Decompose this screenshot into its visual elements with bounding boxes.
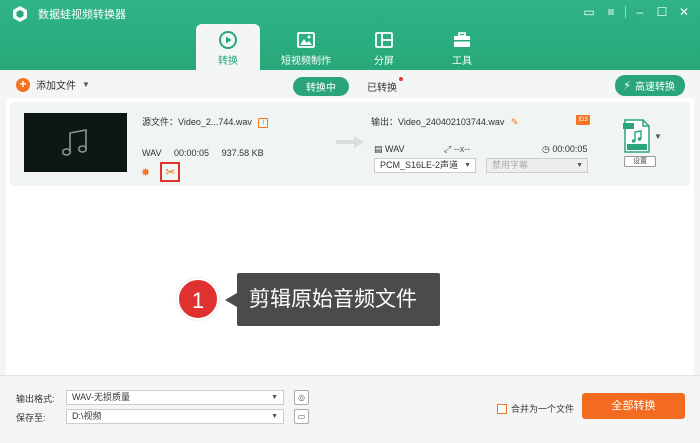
audio-track-value: PCM_S16LE-2声道 xyxy=(380,160,459,170)
cut-icon[interactable]: ✂ xyxy=(160,162,181,182)
format-settings-icon[interactable]: ◎ xyxy=(294,390,309,405)
source-file-label: 源文件：Video_2...744.wav xyxy=(142,117,252,127)
list-item: 源文件：Video_2...744.wav i WAV 00:00:05 937… xyxy=(10,102,690,186)
source-format: WAV xyxy=(142,148,162,158)
minimize-icon[interactable]: – xyxy=(632,4,648,20)
output-duration-text: 00:00:05 xyxy=(552,144,588,154)
toolbox-icon xyxy=(454,32,470,47)
output-format-text: WAV xyxy=(385,144,405,154)
maximize-icon[interactable]: ☐ xyxy=(654,4,670,20)
chevron-down-icon: ▼ xyxy=(576,162,583,169)
edit-pen-icon[interactable]: ✎ xyxy=(511,117,519,127)
output-format: ▤ WAV xyxy=(374,144,405,155)
tab-converting[interactable]: 转换中 xyxy=(293,77,349,96)
callout-number: 1 xyxy=(177,278,219,320)
save-to-label: 保存至: xyxy=(16,413,46,423)
id3-tag-icon[interactable]: ID3 xyxy=(576,115,590,125)
main-tabs: 转换 短视频制作 分屏 工具 xyxy=(196,24,508,70)
save-to-select[interactable]: D:\视频 ▼ xyxy=(66,409,284,424)
fast-convert-button[interactable]: ⚡ 高速转换 xyxy=(615,75,685,96)
music-note-icon xyxy=(61,129,88,156)
add-file-label: 添加文件 xyxy=(36,81,76,92)
plus-icon: + xyxy=(16,77,30,92)
tab-video-maker[interactable]: 短视频制作 xyxy=(274,24,338,70)
app-title: 数据蛙视频转换器 xyxy=(38,9,126,21)
tab-convert-label: 转换 xyxy=(218,56,238,67)
close-icon[interactable]: ✕ xyxy=(676,4,692,20)
tab-toolbox[interactable]: 工具 xyxy=(430,24,494,70)
title-bar: 数据蛙视频转换器 ▭ ≡ – ☐ ✕ 转换 短视频制作 分屏 工具 xyxy=(0,0,700,70)
window-controls: ▭ ≡ – ☐ ✕ xyxy=(581,4,692,20)
enhance-icon[interactable]: ✸ xyxy=(141,166,150,179)
film-icon: ▤ xyxy=(374,144,383,154)
source-meta: WAV 00:00:05 937.58 KB xyxy=(142,148,274,158)
settings-button[interactable]: 设置 xyxy=(624,156,656,167)
fast-convert-label: 高速转换 xyxy=(635,82,675,93)
tab-converted-label: 已转换 xyxy=(367,83,397,94)
output-file-label: 输出：Video_240402103744.wav xyxy=(371,117,505,127)
chevron-down-icon[interactable]: ▼ xyxy=(82,80,90,89)
tab-split-screen[interactable]: 分屏 xyxy=(352,24,416,70)
video-maker-icon xyxy=(297,32,315,48)
add-file-button[interactable]: + 添加文件 ▼ xyxy=(16,77,90,92)
output-format-select[interactable]: WAV-无损质量 ▼ xyxy=(66,390,284,405)
bottom-bar: 输出格式: WAV-无损质量 ▼ ◎ 保存至: D:\视频 ▼ ▭ 合并为一个文… xyxy=(0,375,700,443)
tab-video-maker-label: 短视频制作 xyxy=(281,56,331,67)
split-screen-icon xyxy=(375,32,393,48)
chevron-down-icon: ▼ xyxy=(464,162,471,169)
feedback-icon[interactable]: ▭ xyxy=(581,4,597,20)
edit-tools: ✸ ✂ xyxy=(141,162,181,182)
tab-converted[interactable]: 已转换 xyxy=(367,77,403,94)
output-duration: ◷ 00:00:05 xyxy=(542,144,587,155)
save-to-value: D:\视频 xyxy=(72,411,102,421)
convert-all-button[interactable]: 全部转换 xyxy=(582,393,685,419)
wav-format-icon[interactable] xyxy=(622,119,652,153)
lightning-icon: ⚡ xyxy=(623,80,631,92)
folder-icon[interactable]: ▭ xyxy=(294,409,309,424)
output-format-label: 输出格式: xyxy=(16,394,55,404)
clock-icon: ◷ xyxy=(542,144,550,154)
menu-icon[interactable]: ≡ xyxy=(603,4,619,20)
subtitle-select[interactable]: 禁用字幕 ▼ xyxy=(486,158,588,173)
output-format-value: WAV-无损质量 xyxy=(72,392,130,402)
callout-tooltip: 剪辑原始音频文件 xyxy=(225,273,440,326)
chevron-down-icon: ▼ xyxy=(271,394,278,401)
merge-checkbox[interactable] xyxy=(497,403,507,414)
file-thumbnail[interactable] xyxy=(24,113,127,172)
arrow-right-icon xyxy=(336,136,364,148)
tab-toolbox-label: 工具 xyxy=(452,56,472,67)
convert-icon xyxy=(219,31,237,49)
toolbar: + 添加文件 ▼ 转换中 已转换 ⚡ 高速转换 xyxy=(0,70,700,98)
chevron-down-icon[interactable]: ▼ xyxy=(654,132,662,141)
subtitle-value: 禁用字幕 xyxy=(492,160,529,170)
notification-dot xyxy=(399,77,403,81)
merge-label: 合并为一个文件 xyxy=(511,404,575,414)
tab-split-screen-label: 分屏 xyxy=(374,56,394,67)
output-resolution-text: --x-- xyxy=(453,144,471,154)
output-file-name: 输出：Video_240402103744.wav ✎ xyxy=(371,115,519,128)
source-file-name: 源文件：Video_2...744.wav i xyxy=(142,115,269,128)
app-logo-icon xyxy=(13,6,27,22)
separator xyxy=(625,6,626,18)
resize-icon: ⤢ xyxy=(444,144,452,154)
status-segment: 转换中 已转换 xyxy=(293,77,403,96)
chevron-down-icon: ▼ xyxy=(271,413,278,420)
tab-convert[interactable]: 转换 xyxy=(196,24,260,70)
merge-option[interactable]: 合并为一个文件 xyxy=(497,402,574,415)
info-icon[interactable]: i xyxy=(258,117,269,128)
audio-track-select[interactable]: PCM_S16LE-2声道 ▼ xyxy=(374,158,476,173)
file-list: 源文件：Video_2...744.wav i WAV 00:00:05 937… xyxy=(6,98,694,375)
source-size: 937.58 KB xyxy=(221,148,264,158)
source-duration: 00:00:05 xyxy=(174,148,210,158)
output-resolution: ⤢ --x-- xyxy=(444,144,470,155)
